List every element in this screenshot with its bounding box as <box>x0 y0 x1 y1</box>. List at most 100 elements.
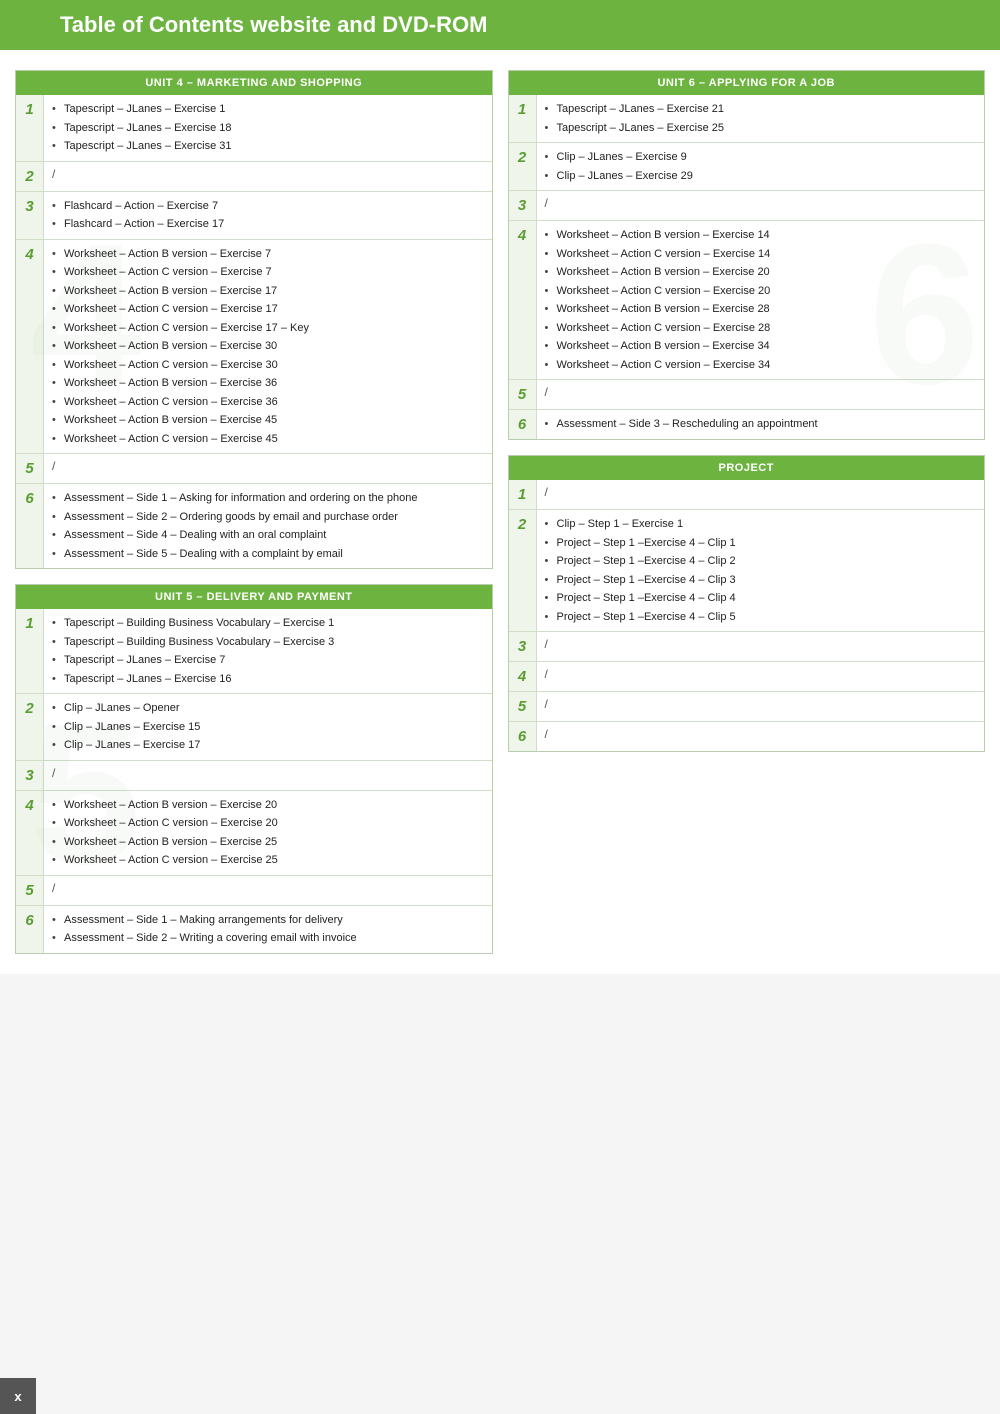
unit6-row1-num: 1 <box>509 95 537 142</box>
unit5-row3-content: / <box>44 761 492 790</box>
list-item: Worksheet – Action B version – Exercise … <box>52 337 484 356</box>
main-content: UNIT 4 – MARKETING AND SHOPPING 1 Tapesc… <box>0 50 1000 974</box>
unit4-row2-content: / <box>44 162 492 191</box>
list-item: Worksheet – Action B version – Exercise … <box>52 833 484 852</box>
project-row4-content: / <box>537 662 985 691</box>
slash: / <box>52 453 55 479</box>
unit5-row5-num: 5 <box>16 876 44 905</box>
unit6-row6-num: 6 <box>509 410 537 439</box>
unit4-row-1: 1 Tapescript – JLanes – Exercise 1 Tapes… <box>16 95 492 162</box>
list-item: Project – Step 1 –Exercise 4 – Clip 1 <box>545 534 977 553</box>
unit5-header: UNIT 5 – DELIVERY AND PAYMENT <box>16 585 492 609</box>
project-row1-content: / <box>537 480 985 509</box>
page-title: Table of Contents website and DVD-ROM <box>60 12 980 38</box>
unit5-row-4: 4 Worksheet – Action B version – Exercis… <box>16 791 492 876</box>
unit6-row4-num: 4 <box>509 221 537 379</box>
project-row-3: 3 / <box>509 632 985 662</box>
unit6-row5-content: / <box>537 380 985 409</box>
slash: / <box>545 691 548 717</box>
list-item: Worksheet – Action C version – Exercise … <box>52 319 484 338</box>
page-header: Table of Contents website and DVD-ROM <box>0 0 1000 50</box>
list-item: Clip – JLanes – Exercise 17 <box>52 736 484 755</box>
list-item: Clip – JLanes – Exercise 9 <box>545 148 977 167</box>
slash: / <box>545 190 548 216</box>
list-item: Tapescript – Building Business Vocabular… <box>52 633 484 652</box>
list-item: Worksheet – Action B version – Exercise … <box>545 263 977 282</box>
list-item: Assessment – Side 2 – Writing a covering… <box>52 929 484 948</box>
unit4-row3-num: 3 <box>16 192 44 239</box>
list-item: Flashcard – Action – Exercise 7 <box>52 197 484 216</box>
list-item: Worksheet – Action B version – Exercise … <box>52 411 484 430</box>
list-item: Worksheet – Action C version – Exercise … <box>52 851 484 870</box>
list-item: Clip – Step 1 – Exercise 1 <box>545 515 977 534</box>
unit6-row6-content: Assessment – Side 3 – Rescheduling an ap… <box>537 410 985 439</box>
unit5-row3-num: 3 <box>16 761 44 790</box>
list-item: Worksheet – Action B version – Exercise … <box>52 374 484 393</box>
list-item: Assessment – Side 3 – Rescheduling an ap… <box>545 415 977 434</box>
project-row2-content: Clip – Step 1 – Exercise 1 Project – Ste… <box>537 510 985 631</box>
unit5-row2-content: Clip – JLanes – Opener Clip – JLanes – E… <box>44 694 492 760</box>
unit5-row6-num: 6 <box>16 906 44 953</box>
list-item: Project – Step 1 –Exercise 4 – Clip 2 <box>545 552 977 571</box>
unit6-row-5: 5 / <box>509 380 985 410</box>
unit4-row1-content: Tapescript – JLanes – Exercise 1 Tapescr… <box>44 95 492 161</box>
unit6-row-4: 4 Worksheet – Action B version – Exercis… <box>509 221 985 380</box>
unit4-row1-num: 1 <box>16 95 44 161</box>
list-item: Worksheet – Action B version – Exercise … <box>545 300 977 319</box>
list-item: Tapescript – JLanes – Exercise 1 <box>52 100 484 119</box>
list-item: Project – Step 1 –Exercise 4 – Clip 3 <box>545 571 977 590</box>
list-item: Assessment – Side 4 – Dealing with an or… <box>52 526 484 545</box>
slash: / <box>52 161 55 187</box>
unit5-row-5: 5 / <box>16 876 492 906</box>
unit6-row-2: 2 Clip – JLanes – Exercise 9 Clip – JLan… <box>509 143 985 191</box>
unit6-header: UNIT 6 – APPLYING FOR A JOB <box>509 71 985 95</box>
unit5-row-2: 2 Clip – JLanes – Opener Clip – JLanes –… <box>16 694 492 761</box>
project-row1-num: 1 <box>509 480 537 509</box>
project-row4-num: 4 <box>509 662 537 691</box>
list-item: Worksheet – Action B version – Exercise … <box>545 337 977 356</box>
unit6-row4-content: Worksheet – Action B version – Exercise … <box>537 221 985 379</box>
unit4-row6-content: Assessment – Side 1 – Asking for informa… <box>44 484 492 568</box>
list-item: Tapescript – JLanes – Exercise 16 <box>52 670 484 689</box>
unit6-row1-content: Tapescript – JLanes – Exercise 21 Tapesc… <box>537 95 985 142</box>
list-item: Flashcard – Action – Exercise 17 <box>52 215 484 234</box>
project-block: PROJECT 1 / 2 Clip – Step 1 – Exercise 1… <box>508 455 986 752</box>
slash: / <box>545 661 548 687</box>
unit4-row-6: 6 Assessment – Side 1 – Asking for infor… <box>16 484 492 568</box>
unit4-block: UNIT 4 – MARKETING AND SHOPPING 1 Tapesc… <box>15 70 493 569</box>
unit6-row2-content: Clip – JLanes – Exercise 9 Clip – JLanes… <box>537 143 985 190</box>
list-item: Worksheet – Action C version – Exercise … <box>545 356 977 375</box>
unit4-header: UNIT 4 – MARKETING AND SHOPPING <box>16 71 492 95</box>
unit5-row-6: 6 Assessment – Side 1 – Making arrangeme… <box>16 906 492 953</box>
list-item: Worksheet – Action B version – Exercise … <box>52 796 484 815</box>
list-item: Worksheet – Action C version – Exercise … <box>545 245 977 264</box>
slash: / <box>545 721 548 747</box>
project-row5-content: / <box>537 692 985 721</box>
unit4-row4-content: Worksheet – Action B version – Exercise … <box>44 240 492 454</box>
list-item: Clip – JLanes – Exercise 29 <box>545 167 977 186</box>
list-item: Worksheet – Action C version – Exercise … <box>545 282 977 301</box>
unit4-row5-num: 5 <box>16 454 44 483</box>
list-item: Clip – JLanes – Exercise 15 <box>52 718 484 737</box>
unit4-row-4: 4 Worksheet – Action B version – Exercis… <box>16 240 492 455</box>
list-item: Worksheet – Action B version – Exercise … <box>52 282 484 301</box>
slash: / <box>545 379 548 405</box>
list-item: Tapescript – JLanes – Exercise 31 <box>52 137 484 156</box>
unit4-row2-num: 2 <box>16 162 44 191</box>
unit6-row2-num: 2 <box>509 143 537 190</box>
project-row3-num: 3 <box>509 632 537 661</box>
list-item: Tapescript – JLanes – Exercise 18 <box>52 119 484 138</box>
unit4-row-2: 2 / <box>16 162 492 192</box>
list-item: Worksheet – Action C version – Exercise … <box>52 430 484 449</box>
slash: / <box>52 760 55 786</box>
unit5-row2-num: 2 <box>16 694 44 760</box>
list-item: Worksheet – Action C version – Exercise … <box>545 319 977 338</box>
project-row-4: 4 / <box>509 662 985 692</box>
list-item: Tapescript – JLanes – Exercise 7 <box>52 651 484 670</box>
unit4-row6-num: 6 <box>16 484 44 568</box>
page-number: x <box>14 1389 21 1404</box>
list-item: Tapescript – JLanes – Exercise 21 <box>545 100 977 119</box>
unit4-row4-num: 4 <box>16 240 44 454</box>
slash: / <box>52 875 55 901</box>
unit6-row-1: 1 Tapescript – JLanes – Exercise 21 Tape… <box>509 95 985 143</box>
